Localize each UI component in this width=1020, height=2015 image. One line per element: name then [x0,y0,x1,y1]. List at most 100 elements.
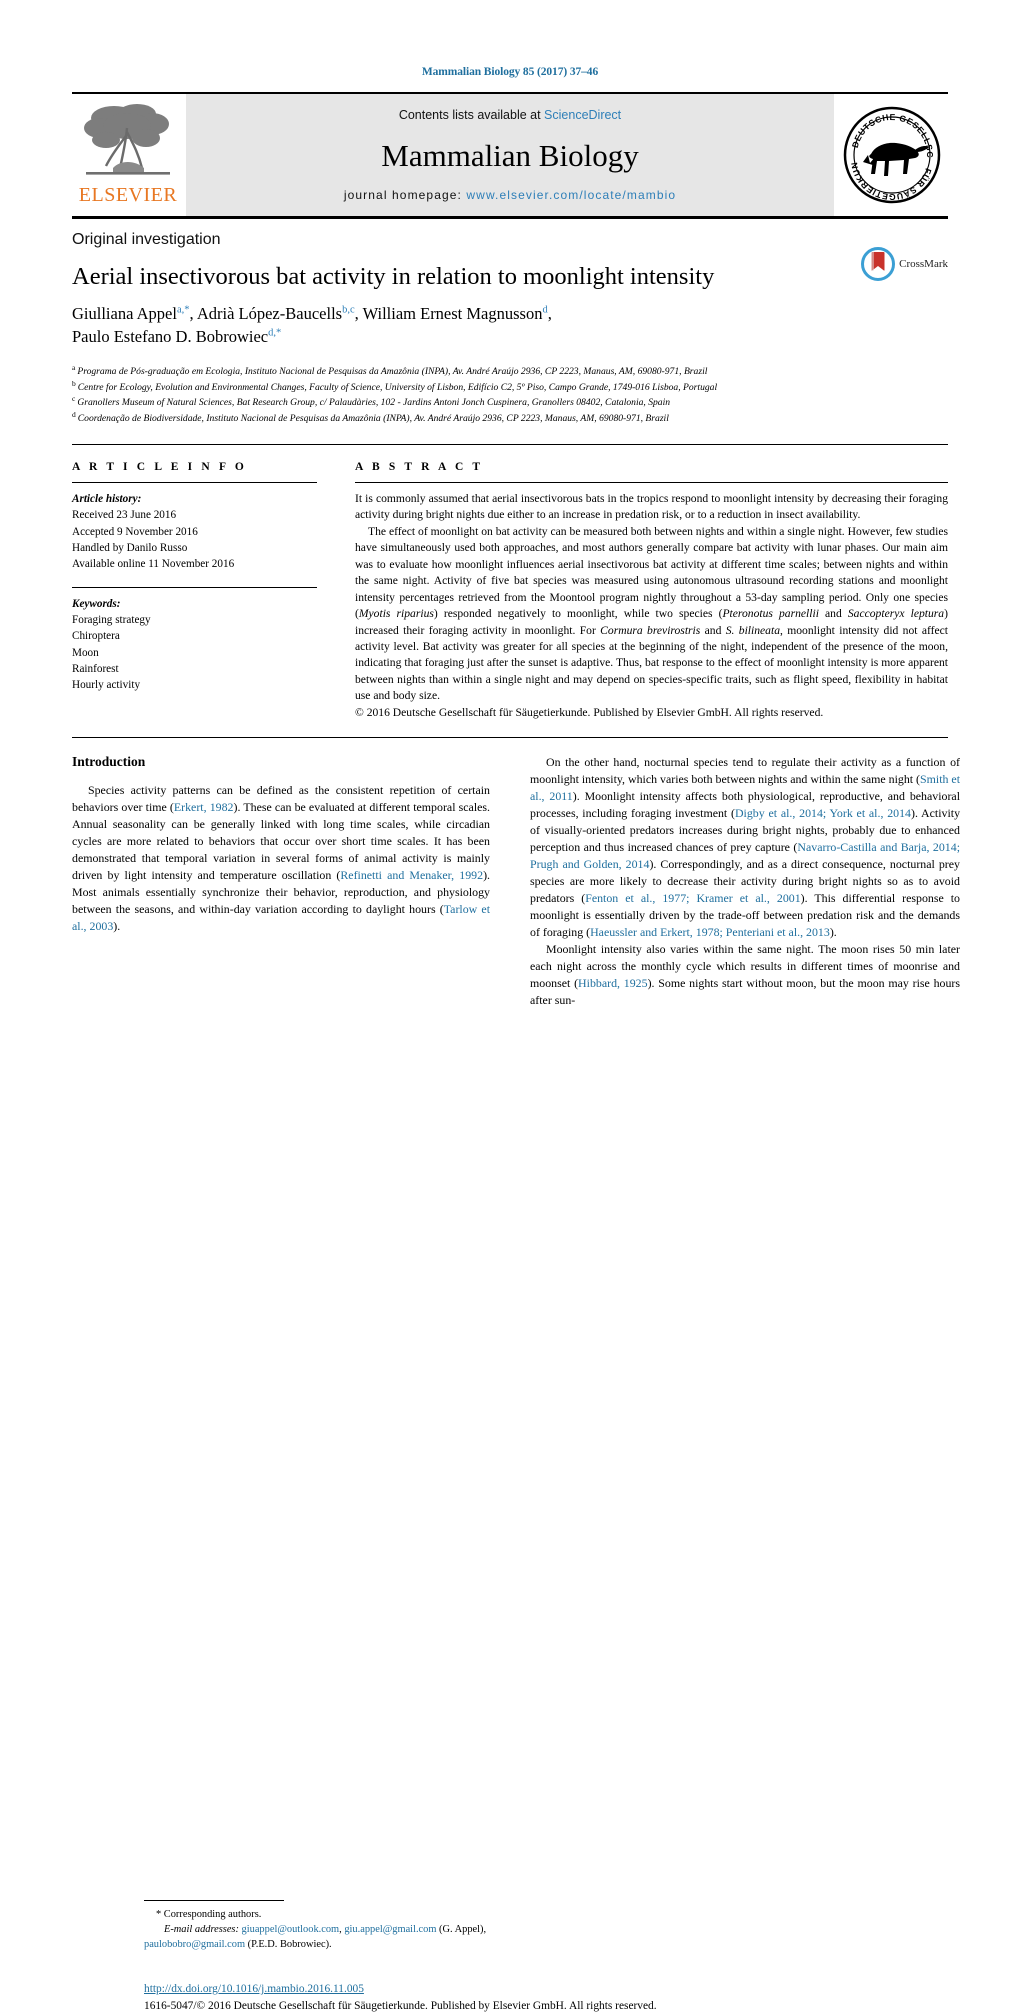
keyword-item: Moon [72,646,99,659]
introduction-heading: Introduction [72,754,146,770]
doi-link[interactable]: http://dx.doi.org/10.1016/j.mambio.2016.… [144,1982,844,1998]
history-received: Received 23 June 2016 [72,509,177,522]
keyword-item: Foraging strategy [72,613,151,626]
citation-fenton-kramer[interactable]: Fenton et al., 1977; Kramer et al., 2001 [585,891,800,905]
corresponding-author-note: * Corresponding authors. E-mail addresse… [144,1909,487,1950]
species-cormura-brevirostris: Cormura brevirostris [600,623,701,637]
society-seal-icon: DEUTSCHE GESELLSCHAFT FÜR SÄUGETIERKUNDE [841,104,941,204]
body-columns: Introduction Species activity patterns c… [72,754,960,2012]
issn-copyright-line: 1616-5047/© 2016 Deutsche Gesellschaft f… [144,2000,657,2013]
journal-homepage-line: journal homepage: www.elsevier.com/locat… [344,188,676,202]
affiliation-c: c Granollers Museum of Natural Sciences, … [72,394,948,410]
abstract-p2-part-b: ) responded negatively to moonlight, whi… [433,607,723,621]
elsevier-logo: ELSEVIER [72,94,184,216]
crossmark-badge[interactable]: CrossMark [861,247,948,281]
intro-left-paragraph-1: Species activity patterns can be defined… [72,782,490,935]
article-history-group: Article history: Received 23 June 2016 A… [72,491,317,573]
abstract-body: It is commonly assumed that aerial insec… [355,491,948,721]
crossmark-label: CrossMark [899,258,948,270]
journal-homepage-link[interactable]: www.elsevier.com/locate/mambio [466,188,676,202]
abstract-p2-part-a: The effect of moonlight on bat activity … [355,524,948,621]
author-4-affiliation-marker[interactable]: d,* [268,327,281,338]
author-2-affiliation-marker[interactable]: b,c [342,305,355,316]
species-myotis-riparius: Myotis riparius [358,607,434,621]
article-page: Mammalian Biology 85 (2017) 37–46 ELSEVI… [0,0,1020,2012]
keywords-group: Keywords: Foraging strategy Chiroptera M… [72,596,317,694]
history-accepted: Accepted 9 November 2016 [72,525,198,538]
citation-refinetti-menaker-1992[interactable]: Refinetti and Menaker, 1992 [340,868,483,882]
article-info-column: A R T I C L E I N F O Article history: R… [72,461,317,721]
contents-prefix: Contents lists available at [398,108,545,122]
abstract-rule [355,481,948,483]
abstract-paragraph-1: It is commonly assumed that aerial insec… [355,491,948,522]
footnote-rule [144,1900,284,1902]
author-3-affiliation-marker[interactable]: d [542,305,547,316]
affiliation-a-text: Programa de Pós-graduação em Ecologia, I… [77,365,708,377]
affiliations-list: a Programa de Pós-graduação em Ecologia, … [72,363,948,426]
body-column-left: Introduction Species activity patterns c… [72,754,657,2012]
keyword-item: Rainforest [72,662,119,675]
history-handled-by: Handled by Danilo Russo [72,541,188,554]
journal-masthead: ELSEVIER Contents lists available at Sci… [72,92,948,216]
author-1: Giulliana Appel [72,304,177,324]
abstract-p2-part-c: and [818,607,848,621]
affiliation-d-marker: d [72,410,76,420]
running-head: Mammalian Biology 85 (2017) 37–46 [421,66,599,78]
body-column-right: On the other hand, nocturnal species ten… [530,754,960,1009]
article-type: Original investigation [72,231,221,248]
contents-available-line: Contents lists available at ScienceDirec… [399,108,621,122]
email-addresses-label: E-mail addresses: [164,1924,239,1935]
affiliation-c-marker: c [72,394,76,404]
affiliation-a: a Programa de Pós-graduação em Ecologia, … [72,363,948,379]
email-owner-2: (P.E.D. Bobrowiec). [245,1938,332,1950]
affiliation-c-text: Granollers Museum of Natural Sciences, B… [77,397,671,409]
species-pteronotus-parnellii: Pteronotus parnellii [722,607,819,621]
title-block: Original investigation Aerial insectivor… [72,219,948,349]
author-sep-2: , William Ernest Magnusson [354,304,543,324]
affiliation-a-marker: a [72,362,76,372]
journal-title: Mammalian Biology [381,137,639,173]
species-saccopteryx-leptura: Saccopteryx leptura [847,607,945,621]
abstract-copyright: © 2016 Deutsche Gesellschaft für Säugeti… [355,705,824,719]
citation-erkert-1982[interactable]: Erkert, 1982 [174,800,234,814]
affiliation-b: b Centre for Ecology, Evolution and Envir… [72,379,948,395]
article-info-label: A R T I C L E I N F O [72,460,247,473]
affiliation-b-text: Centre for Ecology, Evolution and Enviro… [77,381,718,393]
corresponding-authors-text: * Corresponding authors. [156,1909,262,1921]
author-4: Paulo Estefano D. Bobrowiec [72,326,269,346]
info-abstract-band: A R T I C L E I N F O Article history: R… [72,443,948,721]
email-owner-1: (G. Appel), [436,1924,487,1935]
author-sep-1: , Adrià López-Baucells [189,304,343,324]
email-link-3[interactable]: paulobobro@gmail.com [144,1939,245,1950]
abstract-p2-part-e: and [700,623,726,637]
email-link-1[interactable]: giuappel@outlook.com [242,1924,340,1935]
author-list: Giulliana Appela,*, Adrià López-Baucells… [72,304,552,346]
doi-footer: http://dx.doi.org/10.1016/j.mambio.2016.… [144,1982,844,2015]
affiliation-d-text: Coordenação de Biodiversidade, Instituto… [77,413,669,425]
intro-right-paragraph-2: Moonlight intensity also varies within t… [530,941,960,1009]
keyword-item: Hourly activity [72,679,141,692]
article-info-rule [72,481,317,483]
article-history-label: Article history: [72,492,142,505]
keywords-separator [72,586,317,588]
elsevier-tree-icon [84,104,170,175]
crossmark-icon [861,247,896,281]
sciencedirect-link[interactable]: ScienceDirect [544,108,621,122]
keyword-item: Chiroptera [72,630,120,643]
abstract-column: A B S T R A C T It is commonly assumed t… [355,461,948,721]
society-logo: DEUTSCHE GESELLSCHAFT FÜR SÄUGETIERKUNDE [836,94,948,216]
history-available-online: Available online 11 November 2016 [72,558,235,571]
citation-hibbard-1925[interactable]: Hibbard, 1925 [578,976,648,990]
footnote-block: * Corresponding authors. E-mail addresse… [144,1900,562,1952]
abstract-label: A B S T R A C T [355,460,484,473]
author-1-affiliation-marker[interactable]: a,* [177,305,190,316]
species-s-bilineata: S. bilineata [725,623,780,637]
intro-r-p1-f: ). [829,925,837,940]
citation-haeussler-penteriani[interactable]: Haeussler and Erkert, 1978; Penteriani e… [590,925,830,939]
page-title: Aerial insectivorous bat activity in rel… [72,263,715,290]
citation-digby-york-2014[interactable]: Digby et al., 2014; York et al., 2014 [735,806,911,820]
email-link-2[interactable]: giu.appel@gmail.com [344,1924,436,1935]
intro-r-p1-a: On the other hand, nocturnal species ten… [530,755,960,787]
homepage-prefix: journal homepage: [343,188,467,202]
affiliation-d: d Coordenação de Biodiversidade, Institut… [72,410,948,426]
